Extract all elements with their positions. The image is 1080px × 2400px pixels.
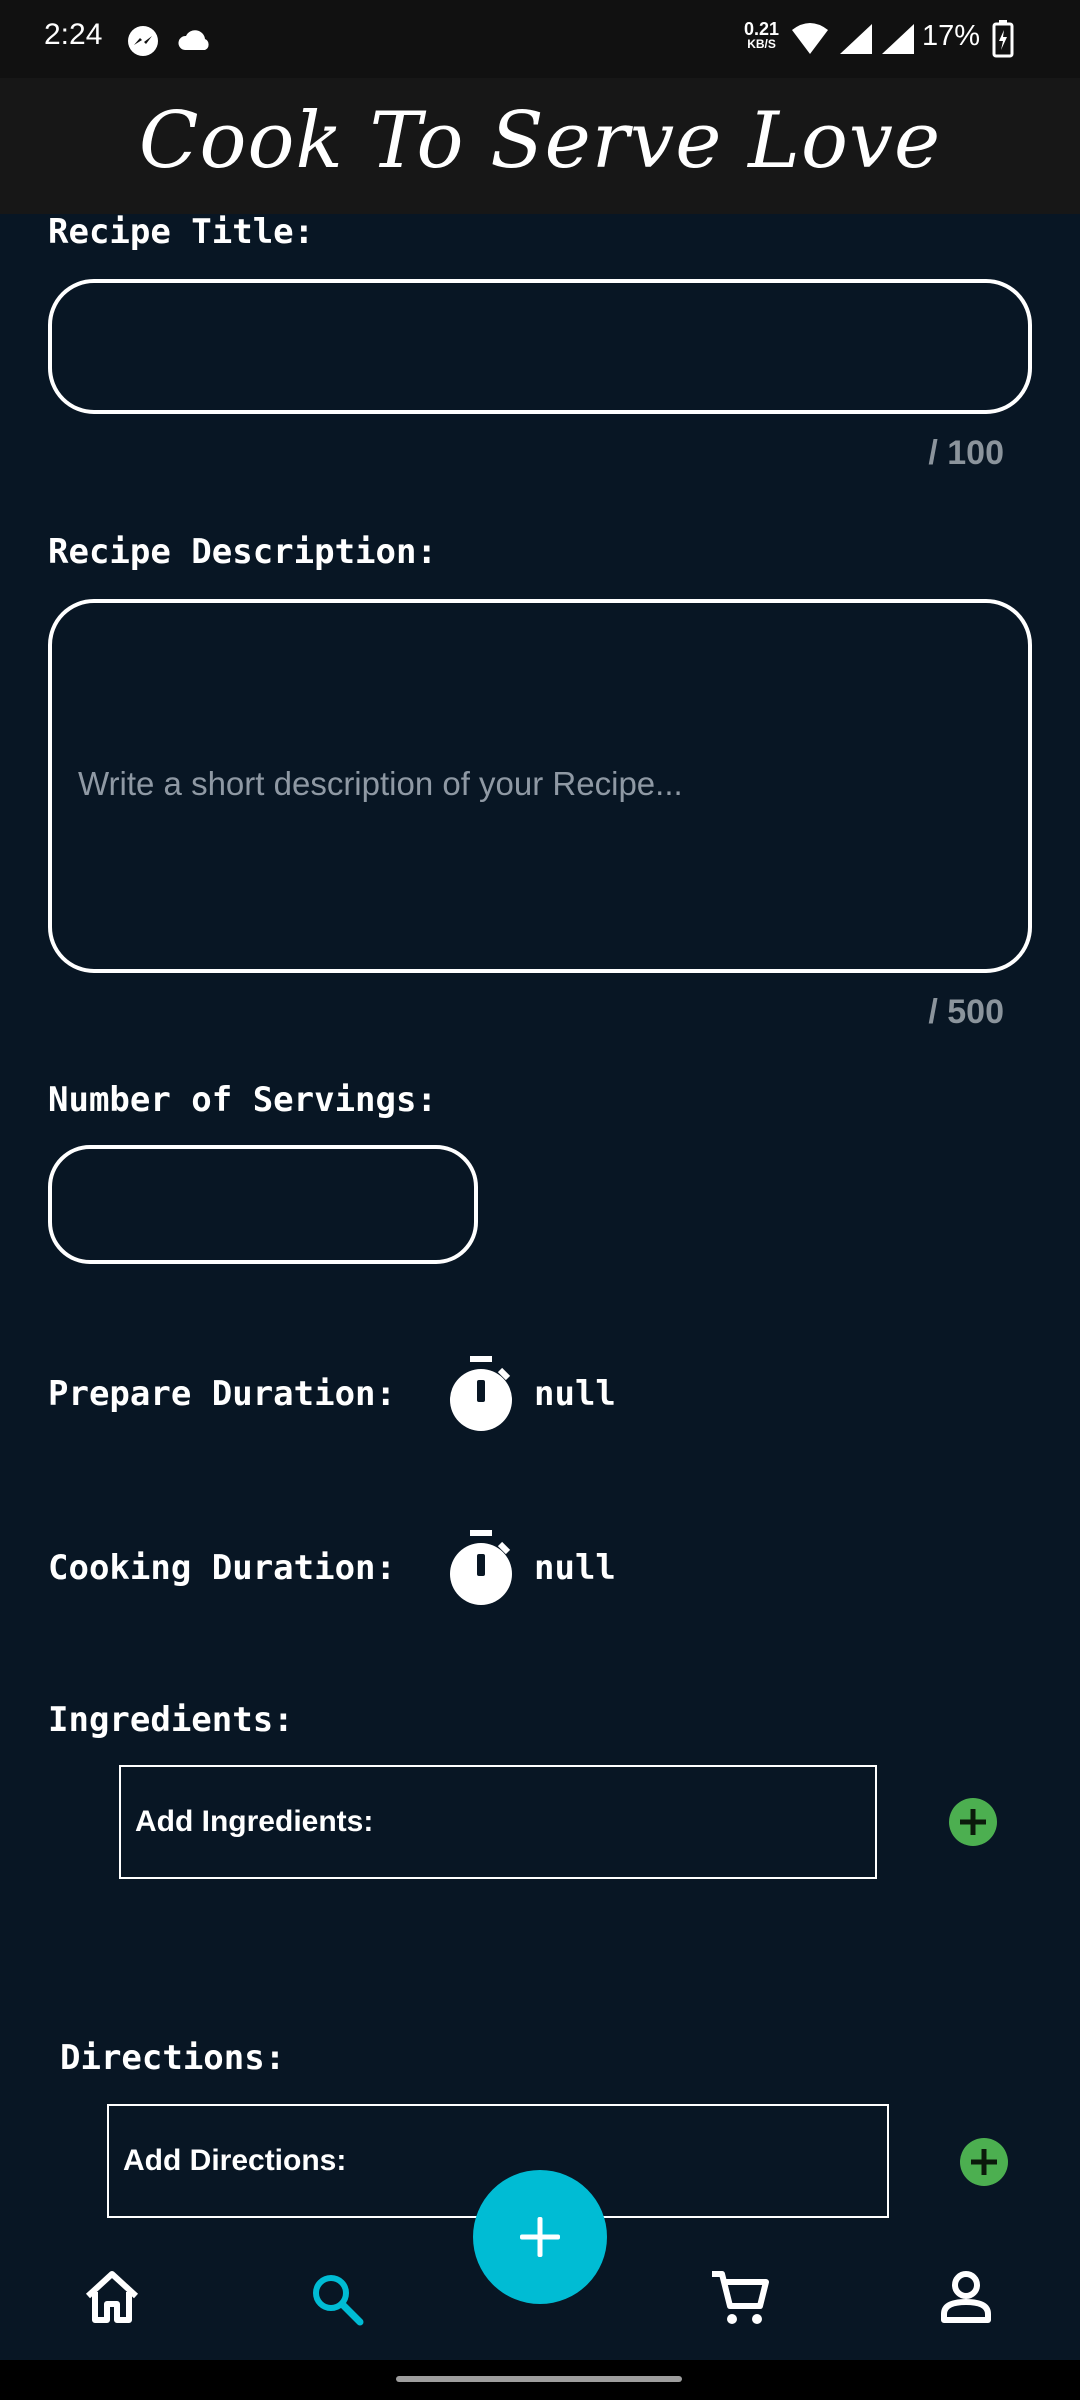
signal-icon-2: [880, 22, 916, 56]
wifi-icon: [790, 22, 830, 56]
recipe-description-placeholder: Write a short description of your Recipe…: [78, 765, 683, 802]
prepare-duration-value: null: [534, 1374, 616, 1414]
add-directions-label: Add Directions:: [123, 2144, 347, 2177]
app-title: Cook To Serve Love: [138, 96, 942, 186]
timer-icon[interactable]: [446, 1530, 516, 1606]
recipe-title-counter: / 100: [928, 434, 1004, 472]
cloud-icon: [176, 26, 214, 54]
add-ingredients-box[interactable]: Add Ingredients:: [119, 1765, 877, 1879]
profile-icon[interactable]: [940, 2270, 992, 2324]
timer-icon[interactable]: [446, 1356, 516, 1432]
status-time: 2:24: [44, 18, 103, 51]
search-icon[interactable]: [310, 2272, 364, 2326]
home-handle[interactable]: [396, 2376, 682, 2382]
prepare-duration-label: Prepare Duration:: [48, 1374, 396, 1414]
home-icon[interactable]: [84, 2270, 140, 2324]
recipe-description-label: Recipe Description:: [48, 532, 437, 572]
add-recipe-fab[interactable]: [473, 2170, 607, 2304]
messenger-icon: [126, 24, 160, 58]
recipe-description-input[interactable]: Write a short description of your Recipe…: [48, 599, 1032, 973]
directions-label: Directions:: [60, 2038, 286, 2078]
add-ingredient-icon[interactable]: [949, 1798, 997, 1846]
recipe-description-counter: / 500: [928, 993, 1004, 1031]
status-bar: [0, 0, 1080, 78]
servings-input[interactable]: [48, 1145, 478, 1264]
battery-percent: 17%: [922, 20, 981, 52]
recipe-title-label: Recipe Title:: [48, 212, 315, 252]
signal-icon: [838, 22, 874, 56]
cooking-duration-value: null: [534, 1548, 616, 1588]
ingredients-label: Ingredients:: [48, 1700, 294, 1740]
cart-icon[interactable]: [710, 2268, 770, 2328]
add-ingredients-label: Add Ingredients:: [135, 1805, 374, 1838]
battery-icon: [992, 20, 1014, 58]
servings-label: Number of Servings:: [48, 1080, 437, 1120]
network-speed: 0.21 KB/S: [744, 19, 780, 51]
add-direction-icon[interactable]: [960, 2138, 1008, 2186]
recipe-title-input[interactable]: [48, 279, 1032, 414]
cooking-duration-label: Cooking Duration:: [48, 1548, 396, 1588]
